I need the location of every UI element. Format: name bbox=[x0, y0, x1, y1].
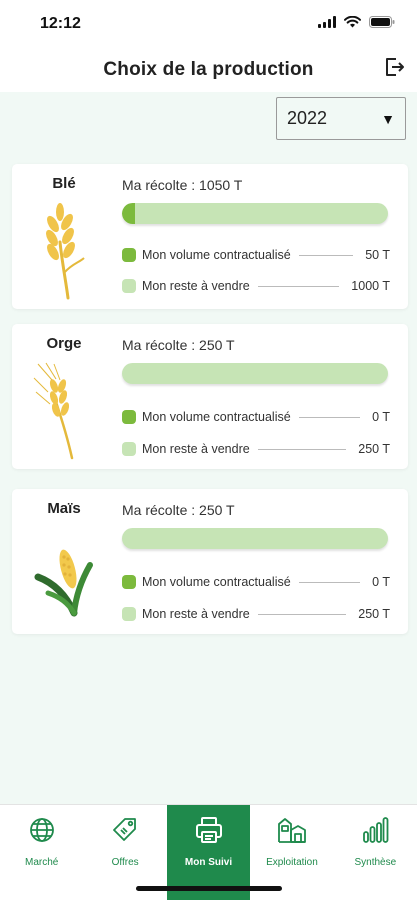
header: Choix de la production bbox=[0, 48, 417, 92]
nav-label: Mon Suivi bbox=[184, 857, 233, 868]
crop-name: Maïs bbox=[47, 500, 81, 517]
divider bbox=[298, 581, 361, 583]
crop-card-mais[interactable]: Maïs Ma récolte : 250 T Mon volume contr… bbox=[12, 489, 408, 634]
bar-chart-icon bbox=[360, 815, 390, 845]
corn-icon bbox=[30, 547, 100, 617]
legend-remaining: Mon reste à vendre 250 T bbox=[122, 440, 390, 458]
legend-contracted: Mon volume contractualisé 50 T bbox=[122, 246, 390, 264]
legend-label: Mon reste à vendre bbox=[142, 279, 250, 293]
divider bbox=[298, 254, 354, 256]
harvest-progress-bar bbox=[122, 363, 388, 384]
divider bbox=[298, 416, 361, 418]
wifi-icon bbox=[344, 15, 361, 33]
harvest-progress-bar bbox=[122, 203, 388, 224]
globe-icon bbox=[27, 815, 57, 845]
legend-label: Mon volume contractualisé bbox=[142, 410, 291, 424]
contracted-swatch bbox=[122, 575, 136, 589]
harvest-total: Ma récolte : 1050 T bbox=[122, 177, 243, 193]
legend-value: 50 T bbox=[365, 248, 390, 262]
chevron-down-icon: ▼ bbox=[381, 110, 395, 127]
legend-remaining: Mon reste à vendre 1000 T bbox=[122, 277, 390, 295]
legend-value: 0 T bbox=[372, 410, 390, 424]
nav-label: Offres bbox=[111, 857, 139, 868]
harvest-progress-bar bbox=[122, 528, 388, 549]
legend-label: Mon volume contractualisé bbox=[142, 248, 291, 262]
legend-value: 0 T bbox=[372, 575, 390, 589]
remaining-swatch bbox=[122, 279, 136, 293]
status-time: 12:12 bbox=[40, 15, 81, 32]
contracted-fill bbox=[122, 203, 135, 224]
nav-item-marche[interactable]: Marché bbox=[0, 805, 83, 900]
logout-icon bbox=[383, 56, 405, 83]
year-select-value: 2022 bbox=[287, 108, 328, 128]
legend-remaining: Mon reste à vendre 250 T bbox=[122, 605, 390, 623]
nav-label: Marché bbox=[25, 857, 59, 868]
tag-icon bbox=[110, 815, 140, 845]
harvest-total: Ma récolte : 250 T bbox=[122, 337, 235, 353]
farm-icon bbox=[277, 815, 307, 845]
logout-button[interactable] bbox=[381, 56, 407, 82]
home-indicator bbox=[136, 886, 282, 891]
legend-value: 250 T bbox=[358, 442, 390, 456]
legend-label: Mon reste à vendre bbox=[142, 442, 250, 456]
legend-value: 250 T bbox=[358, 607, 390, 621]
divider bbox=[257, 448, 347, 450]
year-select[interactable]: 2022 ▼ bbox=[276, 97, 406, 140]
crop-card-orge[interactable]: Orge Ma récolte : 250 T Mon volume contr… bbox=[12, 324, 408, 469]
divider bbox=[257, 285, 340, 287]
contracted-swatch bbox=[122, 248, 136, 262]
divider bbox=[257, 613, 347, 615]
crop-card-ble[interactable]: Blé Ma récolte : 1050 T Mon volume contr… bbox=[12, 164, 408, 309]
legend-contracted: Mon volume contractualisé 0 T bbox=[122, 573, 390, 591]
nav-label: Synthèse bbox=[354, 857, 397, 868]
contracted-swatch bbox=[122, 410, 136, 424]
crop-name: Blé bbox=[52, 175, 76, 192]
printer-icon bbox=[194, 815, 224, 845]
legend-label: Mon volume contractualisé bbox=[142, 575, 291, 589]
nav-label: Exploitation bbox=[266, 857, 318, 868]
remaining-swatch bbox=[122, 607, 136, 621]
barley-icon bbox=[32, 362, 96, 462]
legend-value: 1000 T bbox=[351, 279, 390, 293]
page-title: Choix de la production bbox=[103, 59, 314, 80]
status-icons bbox=[318, 15, 395, 33]
status-bar: 12:12 bbox=[0, 0, 417, 48]
crop-name: Orge bbox=[46, 335, 82, 352]
remaining-swatch bbox=[122, 442, 136, 456]
legend-contracted: Mon volume contractualisé 0 T bbox=[122, 408, 390, 426]
legend-label: Mon reste à vendre bbox=[142, 607, 250, 621]
harvest-total: Ma récolte : 250 T bbox=[122, 502, 235, 518]
nav-item-synthese[interactable]: Synthèse bbox=[334, 805, 417, 900]
battery-icon bbox=[369, 15, 395, 33]
signal-icon bbox=[318, 15, 336, 33]
wheat-icon bbox=[32, 202, 96, 302]
